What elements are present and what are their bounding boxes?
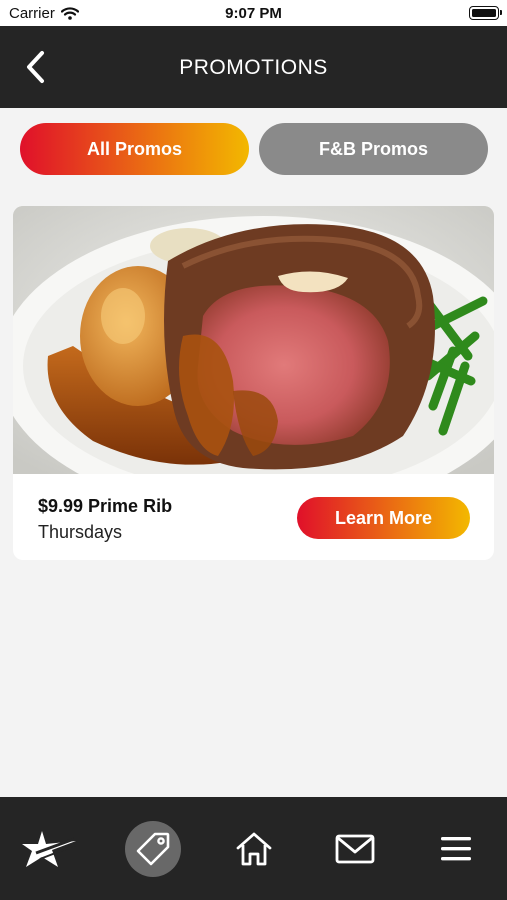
bottom-tab-bar xyxy=(0,797,507,900)
promo-card[interactable]: $9.99 Prime Rib Thursdays Learn More xyxy=(13,206,494,560)
tab-promotions[interactable] xyxy=(125,821,181,877)
tab-messages[interactable] xyxy=(327,821,383,877)
promo-filter-tabs: All Promos F&B Promos xyxy=(0,108,507,192)
mail-icon xyxy=(335,834,375,864)
tab-star-logo[interactable] xyxy=(22,821,78,877)
learn-more-button[interactable]: Learn More xyxy=(297,497,470,539)
promo-subtitle: Thursdays xyxy=(38,522,123,542)
tab-menu[interactable] xyxy=(428,821,484,877)
status-bar: Carrier 9:07 PM xyxy=(0,0,507,26)
tab-fb-promos[interactable]: F&B Promos xyxy=(259,123,488,175)
menu-icon xyxy=(441,837,471,861)
tab-all-promos[interactable]: All Promos xyxy=(20,123,249,175)
tag-icon xyxy=(136,832,170,866)
star-logo-icon xyxy=(22,831,77,867)
page-title: PROMOTIONS xyxy=(179,56,328,79)
home-icon xyxy=(236,832,272,866)
tab-home[interactable] xyxy=(226,821,282,877)
status-time: 9:07 PM xyxy=(225,5,282,22)
promo-title: $9.99 Prime Rib xyxy=(38,496,173,516)
promo-image xyxy=(13,206,494,474)
nav-bar: PROMOTIONS xyxy=(0,26,507,108)
battery-icon xyxy=(469,6,502,20)
